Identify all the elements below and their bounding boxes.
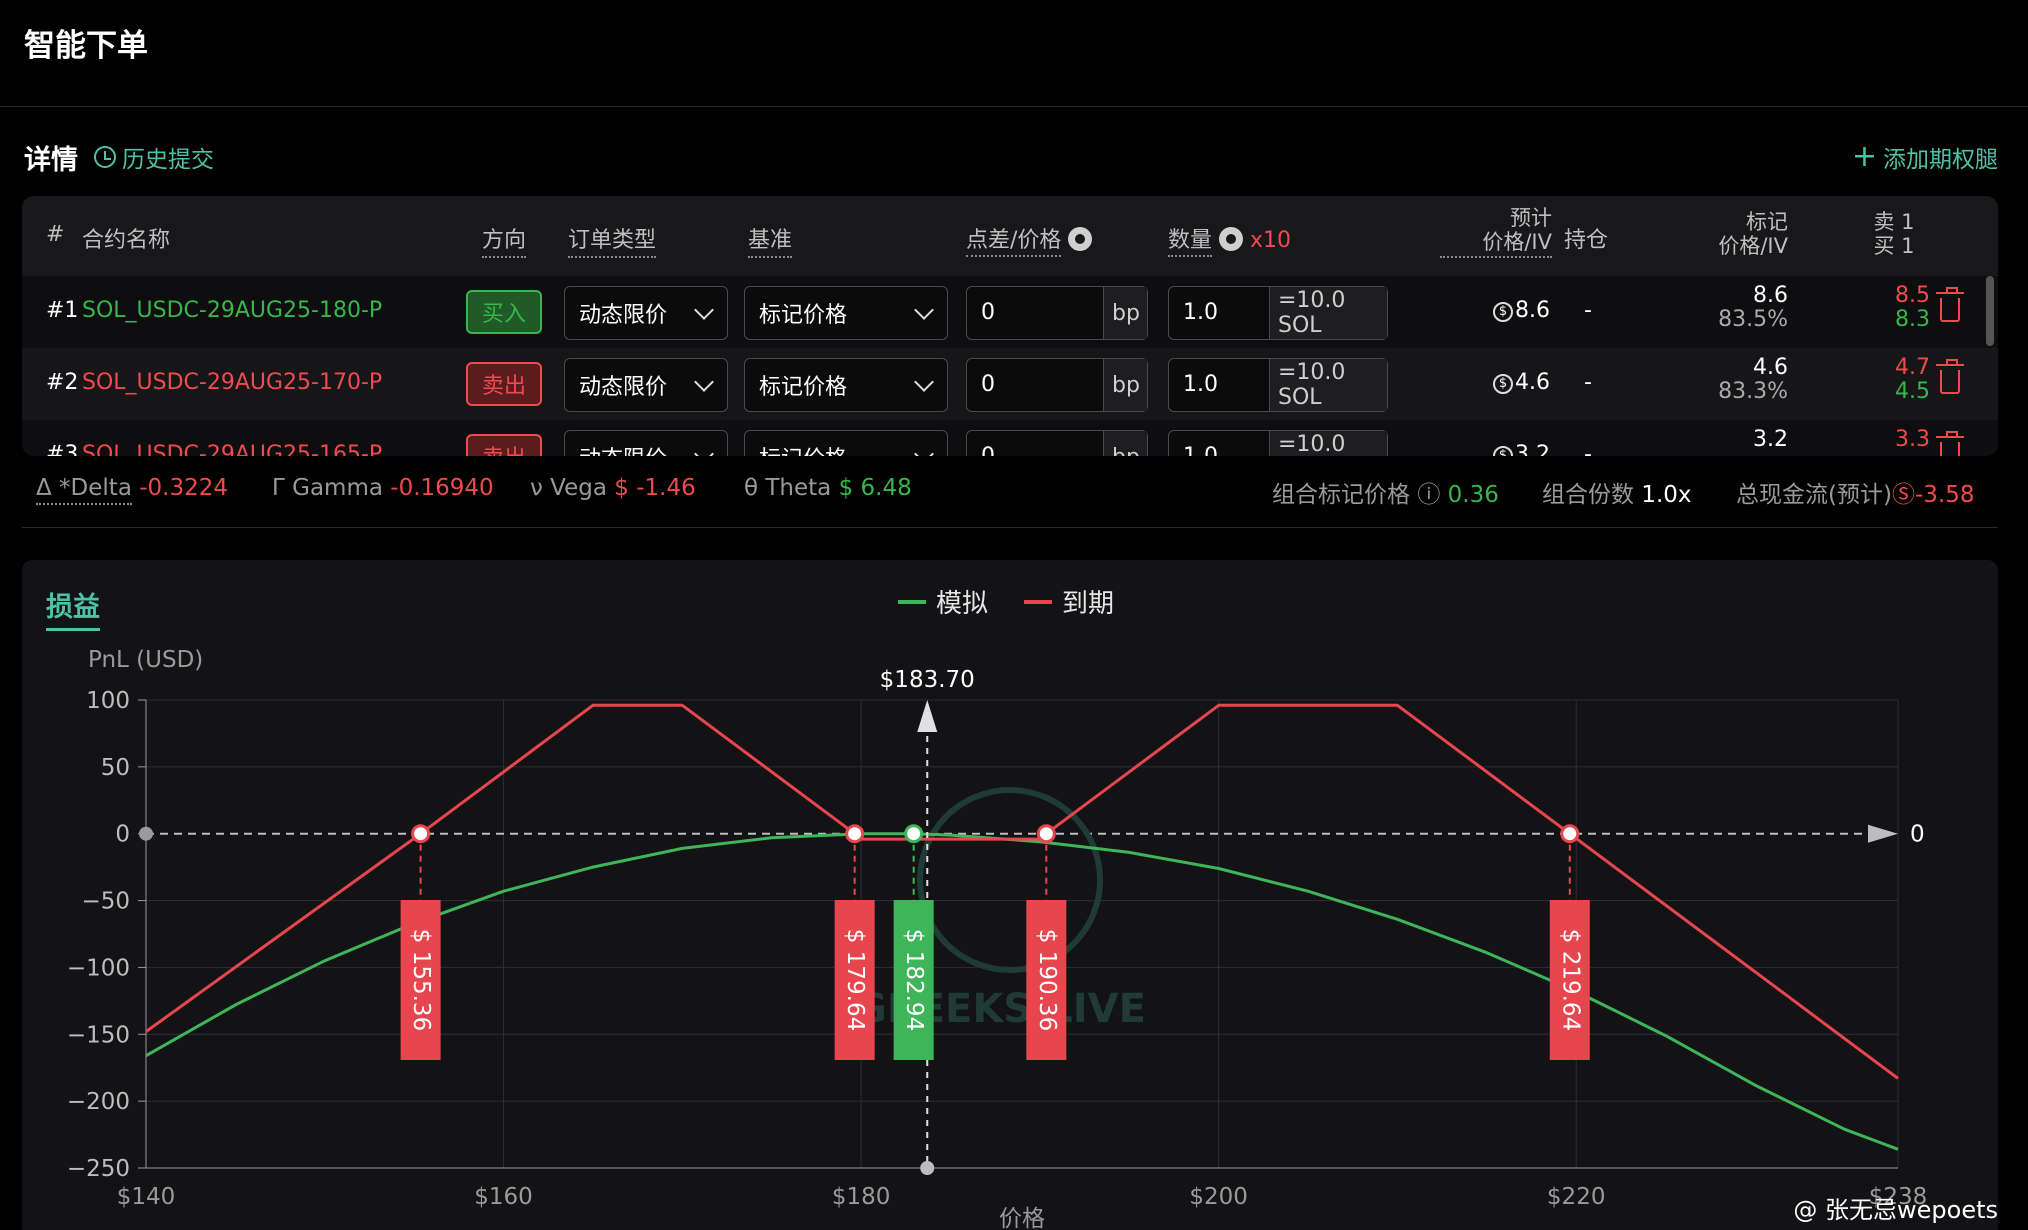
current-price-dot — [920, 1161, 935, 1175]
breakeven-label: $ 219.64 — [1557, 929, 1583, 1031]
zero-line-start-dot — [139, 826, 153, 841]
y-tick-label: −250 — [67, 1156, 130, 1182]
breakeven-label: $ 190.36 — [1034, 929, 1060, 1031]
y-tick-label: −50 — [81, 889, 130, 915]
breakeven-point — [1560, 824, 1580, 844]
breakeven-point — [1036, 824, 1056, 844]
current-price-arrow — [917, 700, 938, 732]
current-price-label: $183.70 — [880, 667, 975, 693]
y-tick-label: 0 — [115, 822, 130, 848]
x-tick-label: $160 — [474, 1184, 533, 1210]
x-tick-label: $220 — [1547, 1184, 1606, 1210]
x-axis-title: 价格 — [999, 1206, 1045, 1230]
breakeven-point — [845, 824, 865, 844]
x-tick-label: $180 — [832, 1184, 891, 1210]
breakeven-label: $ 179.64 — [842, 929, 868, 1031]
y-tick-label: −200 — [67, 1089, 130, 1115]
y-tick-label: −100 — [67, 955, 130, 981]
breakeven-point — [904, 824, 924, 844]
breakeven-point — [411, 824, 431, 844]
zero-line-arrow — [1868, 824, 1898, 843]
pnl-chart: 100 50 0 −50 −100 −150 −200 −250$140 $160 $180 $20… — [67, 647, 1927, 1230]
y-tick-label: −150 — [67, 1022, 130, 1048]
y-tick-label: 100 — [86, 688, 130, 714]
breakeven-label: $ 182.94 — [901, 929, 927, 1031]
x-tick-label: $140 — [117, 1184, 176, 1210]
y-axis-title: PnL (USD) — [88, 647, 203, 673]
x-tick-label: $200 — [1189, 1184, 1248, 1210]
watermark-logo — [917, 787, 1103, 973]
y-tick-label: 50 — [101, 755, 130, 781]
footer-watermark: @ 张无忌wepoets — [1793, 1196, 1998, 1224]
breakeven-label: $ 155.36 — [408, 929, 434, 1031]
zero-line-label: 0 — [1910, 822, 1925, 848]
